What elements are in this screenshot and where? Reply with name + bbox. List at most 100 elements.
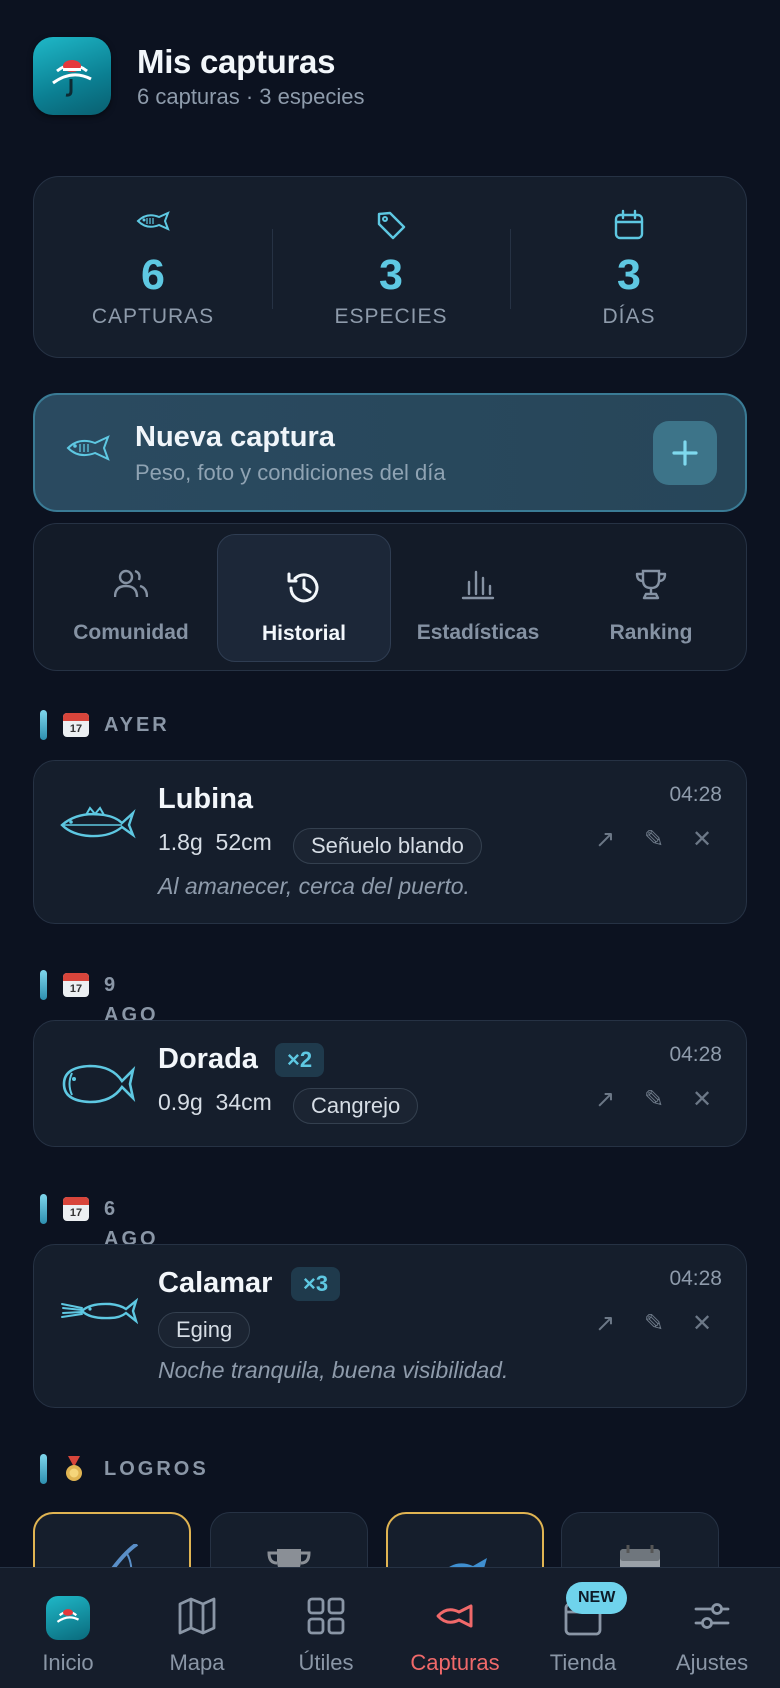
tab-historial[interactable]: Historial [217,534,391,662]
stat-value: 3 [617,251,641,299]
nav-item-inicio[interactable]: Inicio [3,1568,133,1688]
catch-species: Calamar [158,1267,273,1299]
nav-label: Útiles [298,1650,354,1675]
bar-chart-icon [391,568,565,600]
catch-species: Dorada [158,1043,258,1075]
fish-icon [34,209,272,241]
seabass-icon [60,803,136,848]
stat-label: ESPECIES [334,305,448,328]
bottom-nav: Inicio Mapa Útiles Capturas Tienda NEW A… [0,1567,780,1688]
calendar-emoji-icon: 17 [63,1194,89,1229]
nav-item-capturas[interactable]: Capturas [390,1568,520,1688]
section-accent-bar [40,1454,47,1484]
section-label: AYER [104,714,170,736]
fish-icon [65,433,111,468]
catch-time: 04:28 [669,783,722,806]
achievements-row [33,1512,747,1592]
catch-length: 34cm [215,1089,272,1115]
squid-icon [60,1297,139,1330]
new-badge: NEW [566,1582,628,1614]
catch-species: Lubina [158,783,254,815]
nav-label: Ajustes [675,1650,749,1675]
nav-label: Capturas [410,1650,500,1675]
stat-captures: 6 CAPTURAS [34,177,272,359]
share-icon[interactable]: ↗ [590,1085,620,1115]
map-icon [132,1596,262,1640]
bait-tag: Cangrejo [293,1088,419,1124]
catch-time: 04:28 [669,1043,722,1066]
medal-emoji-icon [63,1454,85,1491]
sliders-icon [647,1596,777,1640]
stat-value: 3 [379,251,403,299]
trophy-icon [564,568,738,600]
tab-bar: Comunidad Historial Estadísticas Ranking [33,523,747,671]
catch-time: 04:28 [669,1267,722,1290]
fish-icon [390,1596,520,1640]
nav-item-ajustes[interactable]: Ajustes [647,1568,777,1688]
grid-icon [261,1596,391,1640]
catch-card[interactable]: Calamar ×3 Eging Noche tranquila, buena … [33,1244,747,1408]
catch-count-badge: ×2 [275,1043,325,1077]
plus-icon [672,440,698,466]
stat-days: 3 DÍAS [510,177,748,359]
catch-weight: 0.9g [158,1089,203,1115]
stats-card: 6 CAPTURAS 3 ESPECIES 3 DÍAS [33,176,747,358]
catch-card[interactable]: Dorada ×2 0.9g 34cm Cangrejo 04:28 ↗ ✎ ✕ [33,1020,747,1147]
new-catch-subtitle: Peso, foto y condiciones del día [135,460,446,485]
tab-label: Comunidad [73,621,189,644]
catch-count-badge: ×3 [291,1267,341,1301]
edit-icon[interactable]: ✎ [639,825,669,855]
stat-value: 6 [141,251,165,299]
calendar-icon [510,209,748,241]
section-accent-bar [40,710,47,740]
page-title: Mis capturas [137,43,336,80]
catch-actions: ↗ ✎ ✕ [590,1085,720,1115]
tab-estadisticas[interactable]: Estadísticas [391,534,565,662]
catch-length: 52cm [215,829,272,855]
add-catch-button[interactable] [653,421,717,485]
new-catch-button[interactable]: Nueva captura Peso, foto y condiciones d… [33,393,747,512]
catch-card[interactable]: Lubina 1.8g 52cm Señuelo blando Al amane… [33,760,747,924]
stat-species: 3 ESPECIES [272,177,510,359]
section-label: LOGROS [104,1458,209,1480]
nav-item-utiles[interactable]: Útiles [261,1568,391,1688]
nav-item-mapa[interactable]: Mapa [132,1568,262,1688]
tab-comunidad[interactable]: Comunidad [44,534,218,662]
section-accent-bar [40,1194,47,1224]
history-icon [218,569,390,607]
catch-note: Noche tranquila, buena visibilidad. [158,1357,509,1383]
calendar-emoji-icon: 17 [63,970,89,1005]
app-logo-icon [3,1596,133,1640]
calendar-emoji-icon: 17 [63,710,89,745]
share-icon[interactable]: ↗ [590,1309,620,1339]
users-icon [44,568,218,600]
delete-icon[interactable]: ✕ [687,825,717,855]
delete-icon[interactable]: ✕ [687,1085,717,1115]
edit-icon[interactable]: ✎ [639,1309,669,1339]
nav-label: Tienda [549,1650,617,1675]
share-icon[interactable]: ↗ [590,825,620,855]
edit-icon[interactable]: ✎ [639,1085,669,1115]
nav-label: Inicio [42,1650,94,1675]
catch-actions: ↗ ✎ ✕ [590,825,720,855]
catch-weight: 1.8g [158,829,203,855]
page-subtitle: 6 capturas · 3 especies [137,84,365,109]
tab-ranking[interactable]: Ranking [564,534,738,662]
app-logo-icon [33,37,111,115]
nav-label: Mapa [169,1650,225,1675]
catch-note: Al amanecer, cerca del puerto. [158,873,470,899]
tab-label: Historial [261,622,347,645]
catch-measurements: 1.8g 52cm [158,829,272,856]
delete-icon[interactable]: ✕ [687,1309,717,1339]
new-catch-title: Nueva captura [135,421,335,453]
bait-tag: Eging [158,1312,251,1348]
catch-actions: ↗ ✎ ✕ [590,1309,720,1339]
tag-icon [272,209,510,241]
stat-label: CAPTURAS [91,305,215,328]
tab-label: Estadísticas [416,621,540,644]
section-accent-bar [40,970,47,1000]
header: Mis capturas 6 capturas · 3 especies [33,37,747,117]
bait-tag: Señuelo blando [293,828,482,864]
tab-label: Ranking [609,621,693,644]
catch-measurements: 0.9g 34cm [158,1089,272,1116]
